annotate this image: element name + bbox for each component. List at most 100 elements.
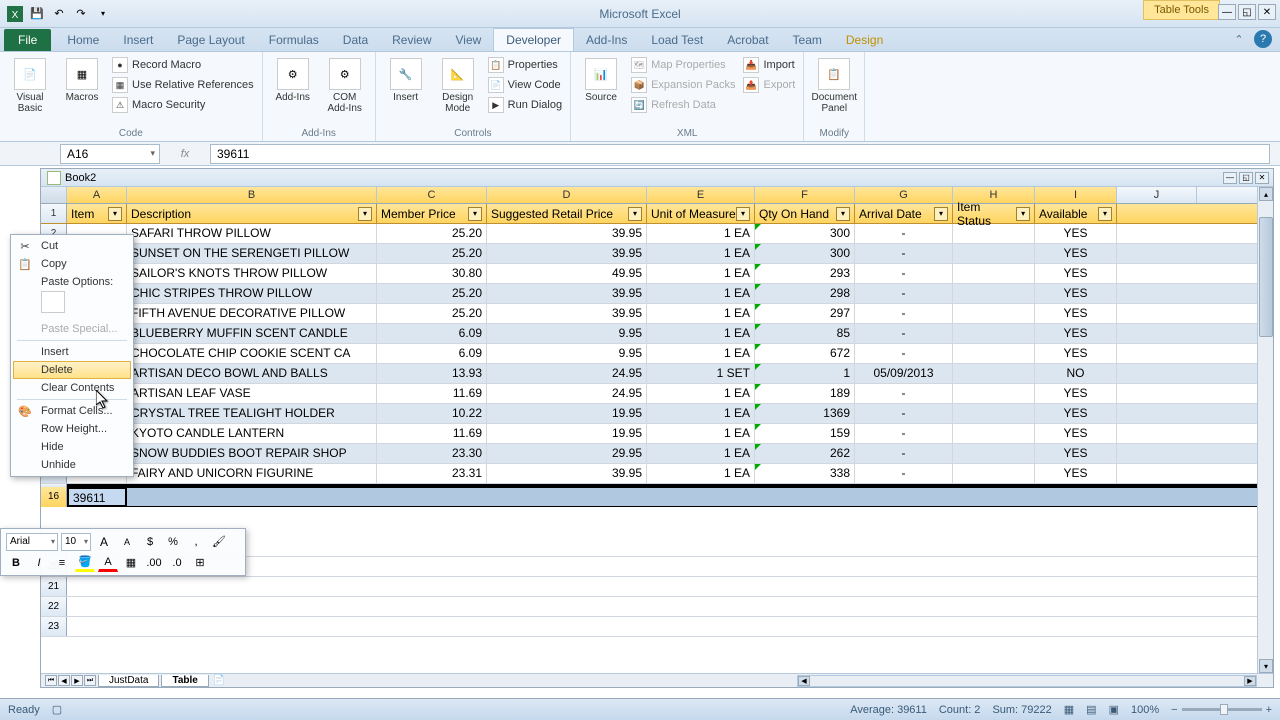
table-row[interactable]: 14 FAIRY AND UNICORN FIGURINE 23.31 39.9… <box>41 464 1273 484</box>
filter-icon[interactable]: ▾ <box>468 207 482 221</box>
row-header[interactable]: 23 <box>41 617 67 636</box>
record-macro-button[interactable]: ●Record Macro <box>110 56 256 74</box>
col-header-b[interactable]: B <box>127 187 377 203</box>
empty-row[interactable]: 21 <box>41 577 1273 597</box>
expansion-packs-button[interactable]: 📦Expansion Packs <box>629 76 737 94</box>
zoom-slider[interactable] <box>1182 708 1262 711</box>
header-status[interactable]: Item Status▾ <box>953 204 1035 223</box>
header-member-price[interactable]: Member Price▾ <box>377 204 487 223</box>
view-layout-icon[interactable]: ▤ <box>1086 703 1096 716</box>
tab-review[interactable]: Review <box>380 29 443 51</box>
header-uom[interactable]: Unit of Measure▾ <box>647 204 755 223</box>
sheet-nav-prev-icon[interactable]: ◀ <box>58 675 70 686</box>
empty-row[interactable]: 22 <box>41 597 1273 617</box>
design-mode-button[interactable]: 📐Design Mode <box>434 56 482 126</box>
new-sheet-icon[interactable]: 📄 <box>213 675 225 686</box>
import-button[interactable]: 📥Import <box>741 56 797 74</box>
menu-insert[interactable]: Insert <box>13 343 131 361</box>
menu-copy[interactable]: 📋Copy <box>13 255 131 273</box>
table-row[interactable]: 13 SNOW BUDDIES BOOT REPAIR SHOP 23.30 2… <box>41 444 1273 464</box>
tab-view[interactable]: View <box>444 29 494 51</box>
table-row[interactable]: 9 ARTISAN DECO BOWL AND BALLS 13.93 24.9… <box>41 364 1273 384</box>
table-row[interactable]: 7 BLUEBERRY MUFFIN SCENT CANDLE 6.09 9.9… <box>41 324 1273 344</box>
macro-security-button[interactable]: ⚠Macro Security <box>110 96 256 114</box>
fontsize-combo[interactable]: 10 <box>61 533 91 551</box>
undo-icon[interactable]: ↶ <box>50 5 68 23</box>
percent-icon[interactable]: % <box>163 533 183 551</box>
redo-icon[interactable]: ↷ <box>72 5 90 23</box>
sheet-tab-justdata[interactable]: JustData <box>98 675 159 687</box>
sheet-nav-next-icon[interactable]: ▶ <box>71 675 83 686</box>
decrease-decimal-icon[interactable]: .0 <box>167 554 187 572</box>
zoom-in-icon[interactable]: + <box>1266 704 1272 716</box>
menu-row-height[interactable]: Row Height... <box>13 420 131 438</box>
formula-input[interactable]: 39611 <box>210 144 1270 164</box>
font-color-icon[interactable]: A <box>98 554 118 572</box>
tab-insert[interactable]: Insert <box>111 29 165 51</box>
minimize-button[interactable]: — <box>1218 4 1236 20</box>
accounting-icon[interactable]: $ <box>140 533 160 551</box>
tab-data[interactable]: Data <box>331 29 380 51</box>
header-description[interactable]: Description▾ <box>127 204 377 223</box>
col-header-c[interactable]: C <box>377 187 487 203</box>
row-header[interactable]: 22 <box>41 597 67 616</box>
filter-icon[interactable]: ▾ <box>1098 207 1112 221</box>
table-row[interactable]: 3 SUNSET ON THE SERENGETI PILLOW 25.20 3… <box>41 244 1273 264</box>
col-header-g[interactable]: G <box>855 187 953 203</box>
scroll-thumb[interactable] <box>1259 217 1273 337</box>
menu-delete[interactable]: Delete <box>13 361 131 379</box>
help-icon[interactable]: ? <box>1254 30 1272 48</box>
filter-icon[interactable]: ▾ <box>934 207 948 221</box>
tab-addins[interactable]: Add-Ins <box>574 29 639 51</box>
sheet-tab-table[interactable]: Table <box>161 675 208 687</box>
shrink-font-icon[interactable]: A <box>117 533 137 551</box>
table-tools-tab[interactable]: Table Tools <box>1143 0 1220 20</box>
merge-icon[interactable]: ⊞ <box>190 554 210 572</box>
close-button[interactable]: ✕ <box>1258 4 1276 20</box>
scroll-up-icon[interactable]: ▴ <box>1259 187 1273 201</box>
sheet-nav-last-icon[interactable]: ⏭ <box>84 675 96 686</box>
row-header[interactable]: 21 <box>41 577 67 596</box>
selected-row[interactable]: 16 39611 <box>41 487 1273 507</box>
sheet-nav-first-icon[interactable]: ⏮ <box>45 675 57 686</box>
macro-record-icon[interactable]: ▢ <box>52 703 62 716</box>
filter-icon[interactable]: ▾ <box>736 207 750 221</box>
row-header-16[interactable]: 16 <box>41 487 67 507</box>
tab-loadtest[interactable]: Load Test <box>639 29 715 51</box>
table-row[interactable]: 8 CHOCOLATE CHIP COOKIE SCENT CA 6.09 9.… <box>41 344 1273 364</box>
insert-control-button[interactable]: 🔧Insert <box>382 56 430 126</box>
tab-acrobat[interactable]: Acrobat <box>715 29 780 51</box>
com-addins-button[interactable]: ⚙COM Add-Ins <box>321 56 369 126</box>
addins-button[interactable]: ⚙Add-Ins <box>269 56 317 126</box>
filter-icon[interactable]: ▾ <box>108 207 122 221</box>
tab-team[interactable]: Team <box>781 29 834 51</box>
filter-icon[interactable]: ▾ <box>628 207 642 221</box>
col-header-d[interactable]: D <box>487 187 647 203</box>
filter-icon[interactable]: ▾ <box>358 207 372 221</box>
empty-row[interactable]: 23 <box>41 617 1273 637</box>
use-relative-button[interactable]: ▦Use Relative References <box>110 76 256 94</box>
scroll-down-icon[interactable]: ▾ <box>1259 659 1273 673</box>
table-row[interactable]: 10 ARTISAN LEAF VASE 11.69 24.95 1 EA 18… <box>41 384 1273 404</box>
book-close-button[interactable]: ✕ <box>1255 172 1269 184</box>
properties-button[interactable]: 📋Properties <box>486 56 564 74</box>
menu-cut[interactable]: ✂Cut <box>13 237 131 255</box>
center-icon[interactable]: ≡ <box>52 554 72 572</box>
save-icon[interactable]: 💾 <box>28 5 46 23</box>
scroll-left-icon[interactable]: ◀ <box>798 676 810 686</box>
bold-icon[interactable]: B <box>6 554 26 572</box>
col-header-j[interactable]: J <box>1117 187 1197 203</box>
name-box[interactable]: A16 <box>60 144 160 164</box>
header-arrival[interactable]: Arrival Date▾ <box>855 204 953 223</box>
filter-icon[interactable]: ▾ <box>1016 207 1030 221</box>
grow-font-icon[interactable]: A <box>94 533 114 551</box>
vertical-scrollbar[interactable]: ▴ ▾ <box>1257 187 1273 673</box>
view-code-button[interactable]: 📄View Code <box>486 76 564 94</box>
tab-page-layout[interactable]: Page Layout <box>165 29 256 51</box>
fx-button[interactable]: fx <box>160 148 210 160</box>
map-properties-button[interactable]: 🗺Map Properties <box>629 56 737 74</box>
menu-paste-special[interactable]: Paste Special... <box>13 320 131 338</box>
table-row[interactable]: 5 CHIC STRIPES THROW PILLOW 25.20 39.95 … <box>41 284 1273 304</box>
refresh-data-button[interactable]: 🔄Refresh Data <box>629 96 737 114</box>
source-button[interactable]: 📊Source <box>577 56 625 126</box>
